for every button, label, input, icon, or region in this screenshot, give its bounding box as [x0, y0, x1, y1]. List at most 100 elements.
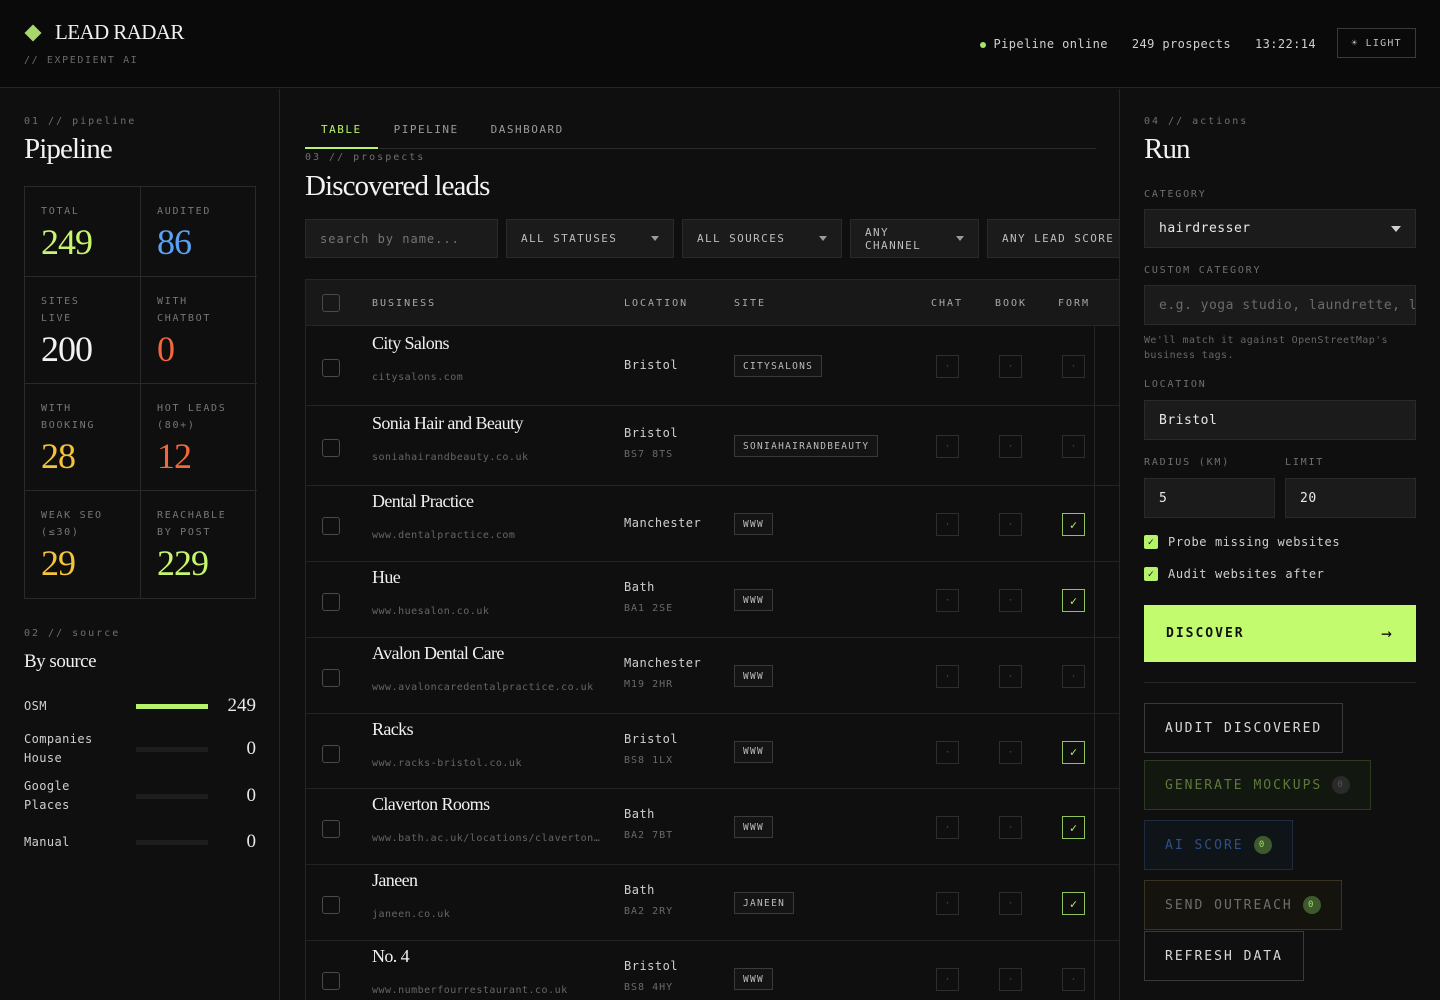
table-row[interactable]: Claverton Rooms www.bath.ac.uk/locations…	[306, 789, 1119, 865]
discover-button[interactable]: DISCOVER →	[1144, 605, 1416, 662]
business-name[interactable]: Janeen	[372, 870, 418, 891]
source-bar	[136, 793, 208, 799]
column-chat: CHAT	[931, 297, 964, 309]
radius-input[interactable]: 5	[1144, 478, 1275, 518]
table-row[interactable]: Sonia Hair and Beauty soniahairandbeauty…	[306, 406, 1119, 486]
business-url[interactable]: www.avaloncaredentalpractice.co.uk	[372, 682, 594, 693]
location-postcode: BS7 8TS	[624, 449, 674, 460]
table-row[interactable]: City Salons citysalons.com Bristol CITYS…	[306, 326, 1119, 406]
site-tag[interactable]: WWW	[734, 513, 774, 535]
business-url[interactable]: www.huesalon.co.uk	[372, 606, 489, 617]
site-tag[interactable]: WWW	[734, 589, 774, 611]
refresh-data-button[interactable]: REFRESH DATA	[1144, 931, 1304, 981]
site-tag[interactable]: WWW	[734, 968, 774, 990]
pipeline-status: Pipeline online	[979, 37, 1108, 51]
tab-pipeline[interactable]: PIPELINE	[378, 121, 475, 149]
business-url[interactable]: citysalons.com	[372, 372, 463, 383]
category-select[interactable]: hairdresser	[1144, 209, 1416, 248]
main-panel: TABLE PIPELINE DASHBOARD 03 // prospects…	[281, 89, 1119, 1000]
site-tag[interactable]: CITYSALONS	[734, 355, 823, 377]
row-checkbox[interactable]	[322, 669, 340, 687]
search-input[interactable]	[305, 219, 498, 258]
status-filter-select[interactable]: ALL STATUSES	[506, 219, 674, 258]
business-name[interactable]: Claverton Rooms	[372, 794, 490, 815]
business-name[interactable]: Racks	[372, 719, 414, 740]
business-name[interactable]: City Salons	[372, 333, 450, 354]
location-postcode: M19 2HR	[624, 679, 674, 690]
book-indicator: ·	[999, 816, 1022, 839]
table-row[interactable]: Hue www.huesalon.co.uk Bath BA1 2SE WWW …	[306, 562, 1119, 638]
chat-indicator: ·	[936, 892, 959, 915]
theme-toggle-button[interactable]: ☀ LIGHT	[1337, 28, 1416, 58]
row-checkbox[interactable]	[322, 972, 340, 990]
business-name[interactable]: Avalon Dental Care	[372, 643, 504, 664]
row-checkbox[interactable]	[322, 593, 340, 611]
checkbox-checked-icon[interactable]: ✓	[1144, 567, 1158, 581]
custom-category-input[interactable]: e.g. yoga studio, laundrette, locksmith	[1144, 285, 1416, 325]
probe-missing-websites-option[interactable]: ✓ Probe missing websites	[1144, 535, 1340, 549]
stat-with-chatbot: WITH CHATBOT 0	[141, 277, 257, 384]
ai-score-button[interactable]: AI SCORE 0	[1144, 820, 1293, 870]
row-checkbox[interactable]	[322, 439, 340, 457]
location-input[interactable]: Bristol	[1144, 400, 1416, 440]
stat-weak-seo: WEAK SEO (≤30) 29	[25, 491, 141, 598]
generate-mockups-button[interactable]: GENERATE MOCKUPS 0	[1144, 760, 1372, 810]
business-url[interactable]: www.racks-bristol.co.uk	[372, 758, 522, 769]
business-url[interactable]: janeen.co.uk	[372, 909, 450, 920]
status-dot-icon	[979, 41, 986, 48]
site-tag[interactable]: SONIAHAIRANDBEAUTY	[734, 435, 879, 457]
actions-kicker: 04 // actions	[1144, 116, 1249, 127]
row-checkbox[interactable]	[322, 359, 340, 377]
lead-score-filter-select[interactable]: ANY LEAD SCORE	[987, 219, 1119, 258]
business-url[interactable]: www.bath.ac.uk/locations/claverton-rooms	[372, 833, 602, 844]
table-header: BUSINESS LOCATION SITE CHAT BOOK FORM	[306, 280, 1119, 326]
audit-websites-after-option[interactable]: ✓ Audit websites after	[1144, 567, 1325, 581]
chevron-down-icon	[819, 236, 827, 241]
column-location: LOCATION	[624, 297, 689, 309]
business-name[interactable]: Hue	[372, 567, 401, 588]
audit-discovered-button[interactable]: AUDIT DISCOVERED	[1144, 703, 1344, 753]
business-url[interactable]: www.dentalpractice.com	[372, 530, 515, 541]
book-indicator: ·	[999, 968, 1022, 991]
business-name[interactable]: No. 4	[372, 946, 410, 967]
site-tag[interactable]: WWW	[734, 665, 774, 687]
business-url[interactable]: www.numberfourrestaurant.co.uk	[372, 985, 568, 996]
site-tag[interactable]: WWW	[734, 816, 774, 838]
book-indicator: ·	[999, 355, 1022, 378]
row-checkbox[interactable]	[322, 820, 340, 838]
column-form: FORM	[1058, 297, 1091, 309]
form-indicator: ·	[1062, 665, 1085, 688]
stat-reachable-by-post: REACHABLE BY POST 229	[157, 510, 227, 583]
source-filter-select[interactable]: ALL SOURCES	[682, 219, 842, 258]
site-tag[interactable]: WWW	[734, 740, 774, 763]
location-postcode: BA2 7BT	[624, 830, 674, 841]
divider	[1144, 682, 1416, 683]
checkbox-checked-icon[interactable]: ✓	[1144, 535, 1158, 549]
chat-indicator: ·	[936, 816, 959, 839]
tab-table[interactable]: TABLE	[305, 121, 378, 149]
column-divider	[1094, 326, 1095, 1000]
table-row[interactable]: Racks www.racks-bristol.co.uk Bristol BS…	[306, 714, 1119, 789]
book-indicator: ·	[999, 435, 1022, 458]
send-outreach-button[interactable]: SEND OUTREACH 0	[1144, 880, 1342, 930]
limit-input[interactable]: 20	[1285, 478, 1416, 518]
location-city: Bath	[624, 807, 655, 821]
business-name[interactable]: Sonia Hair and Beauty	[372, 413, 523, 434]
clock: 13:22:14	[1255, 37, 1316, 51]
business-name[interactable]: Dental Practice	[372, 491, 474, 512]
tab-dashboard[interactable]: DASHBOARD	[475, 121, 580, 149]
source-bar	[136, 839, 208, 845]
table-row[interactable]: No. 4 www.numberfourrestaurant.co.uk Bri…	[306, 941, 1119, 1000]
channel-filter-select[interactable]: ANY CHANNEL	[850, 219, 979, 258]
row-checkbox[interactable]	[322, 517, 340, 535]
table-row[interactable]: Dental Practice www.dentalpractice.com M…	[306, 486, 1119, 562]
table-row[interactable]: Janeen janeen.co.uk Bath BA2 2RY JANEEN …	[306, 865, 1119, 941]
source-row-google-places: Google Places 0	[24, 779, 256, 812]
stats-grid: TOTAL 249 AUDITED 86 SITES LIVE 200 WITH…	[24, 186, 257, 599]
row-checkbox[interactable]	[322, 744, 340, 763]
select-all-checkbox[interactable]	[322, 294, 340, 312]
row-checkbox[interactable]	[322, 896, 340, 914]
site-tag[interactable]: JANEEN	[734, 892, 795, 914]
table-row[interactable]: Avalon Dental Care www.avaloncaredentalp…	[306, 638, 1119, 714]
business-url[interactable]: soniahairandbeauty.co.uk	[372, 452, 529, 463]
